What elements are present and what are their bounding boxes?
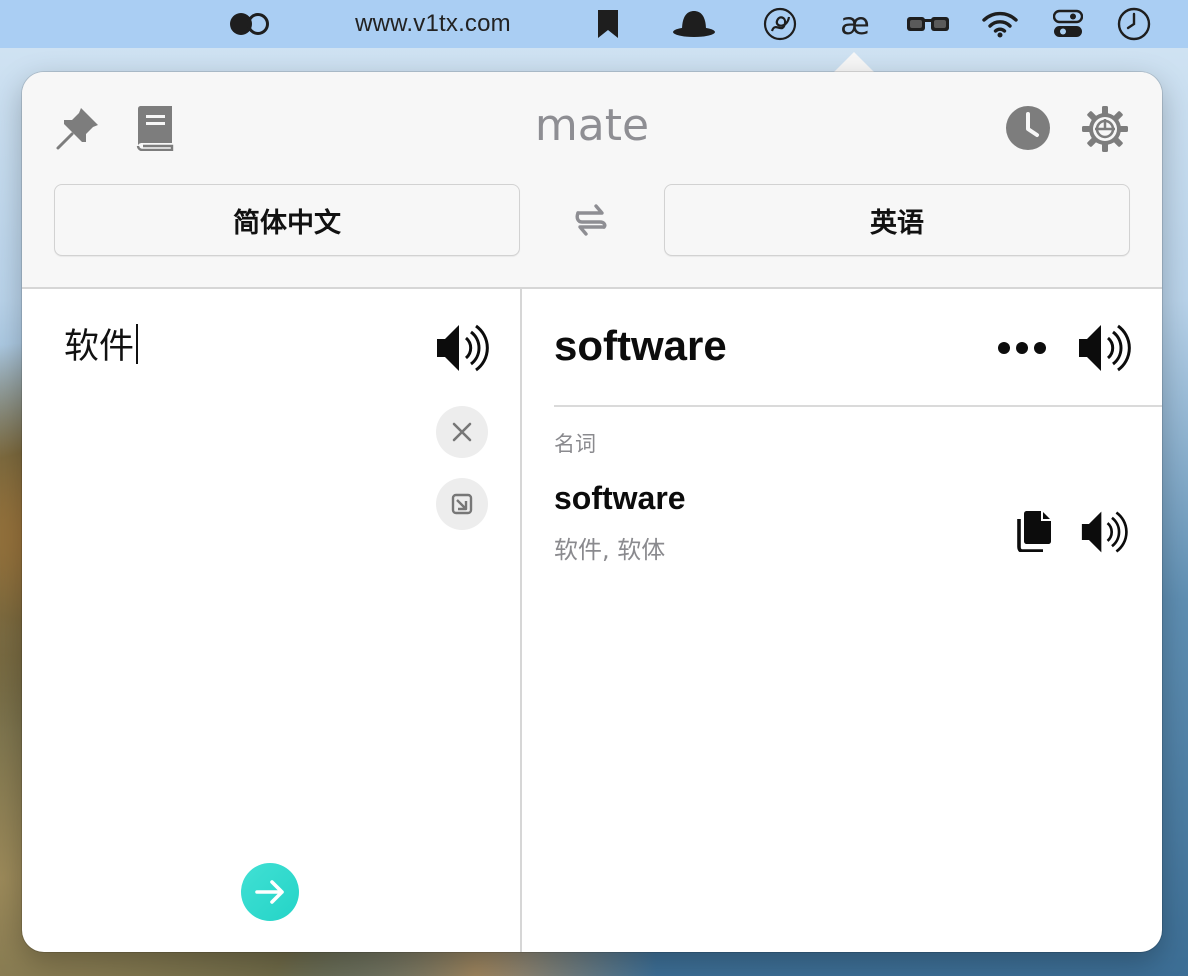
source-speaker-icon[interactable]: [434, 320, 490, 376]
history-icon[interactable]: [1004, 104, 1052, 152]
result-divider: [554, 405, 1162, 407]
text-caret: [136, 323, 139, 364]
menubar-url[interactable]: www.v1tx.com: [330, 0, 536, 48]
entry-speaker-icon[interactable]: [1078, 508, 1130, 556]
popover-arrow: [832, 52, 876, 74]
entry-translation: 软件, 软体: [554, 536, 666, 564]
swap-arrows-icon[interactable]: [572, 200, 610, 240]
wifi-icon[interactable]: [980, 0, 1020, 48]
result-word: software: [554, 322, 727, 369]
source-text-input[interactable]: 软件: [64, 318, 139, 369]
more-icon[interactable]: [994, 328, 1050, 368]
entry-word: software: [554, 480, 686, 516]
clock-icon[interactable]: [1114, 0, 1154, 48]
result-speaker-icon[interactable]: [1076, 320, 1132, 376]
glasses-icon[interactable]: [904, 0, 952, 48]
source-language-button[interactable]: 简体中文: [54, 184, 520, 256]
pin-icon[interactable]: [54, 104, 102, 152]
bowler-hat-icon[interactable]: [668, 0, 720, 48]
pane-divider: [520, 289, 522, 952]
ae-icon[interactable]: æ: [832, 0, 878, 48]
control-center-icon[interactable]: [1048, 0, 1088, 48]
scribble-icon[interactable]: [758, 0, 802, 48]
target-language-button[interactable]: 英语: [664, 184, 1130, 256]
toggle-half-icon[interactable]: [226, 0, 274, 48]
collapse-icon[interactable]: [436, 478, 488, 530]
app-title: mate: [534, 100, 650, 151]
book-icon[interactable]: [132, 104, 178, 152]
source-text: 软件: [64, 327, 135, 367]
copy-icon[interactable]: [1012, 508, 1056, 554]
settings-gear-icon[interactable]: [1080, 104, 1130, 154]
menu-bar: www.v1tx.com æ: [0, 0, 1188, 48]
popover-header: mate 简体中文 英语: [22, 72, 1162, 289]
part-of-speech-label: 名词: [554, 432, 596, 456]
translate-arrow-icon[interactable]: [241, 863, 299, 921]
bookmark-icon[interactable]: [588, 0, 628, 48]
translator-popover: mate 简体中文 英语 软件 software 名词 software 软件,…: [22, 72, 1162, 952]
clear-icon[interactable]: [436, 406, 488, 458]
